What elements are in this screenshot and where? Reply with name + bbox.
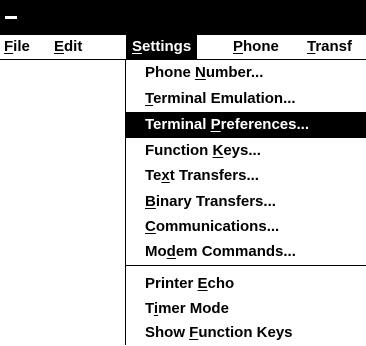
menu-transfers[interactable]: Transf [307,35,352,59]
menu-item-phone-number[interactable]: Phone Number... [126,60,366,86]
menu-item-terminal-preferences[interactable]: Terminal Preferences... [126,112,366,138]
settings-dropdown: Phone Number... Terminal Emulation... Te… [126,60,366,345]
menu-item-timer-mode[interactable]: Timer Mode [126,296,366,322]
menu-file[interactable]: File [4,35,30,59]
title-bar [0,0,366,35]
menu-bar: File Edit Settings Phone Transf [0,35,366,60]
menu-item-binary-transfers[interactable]: Binary Transfers... [126,189,366,215]
menu-separator [126,265,366,266]
menu-item-function-keys[interactable]: Function Keys... [126,138,366,164]
menu-item-terminal-emulation[interactable]: Terminal Emulation... [126,86,366,112]
system-menu-icon[interactable] [5,16,17,19]
menu-item-modem-commands[interactable]: Modem Commands... [126,239,366,265]
menu-edit[interactable]: Edit [54,35,82,59]
menu-item-printer-echo[interactable]: Printer Echo [126,271,366,297]
menu-item-text-transfers[interactable]: Text Transfers... [126,163,366,189]
menu-item-communications[interactable]: Communications... [126,214,366,240]
menu-item-show-function-keys[interactable]: Show Function Keys [126,320,366,346]
menu-settings[interactable]: Settings [126,35,198,59]
menu-phone[interactable]: Phone [233,35,279,59]
